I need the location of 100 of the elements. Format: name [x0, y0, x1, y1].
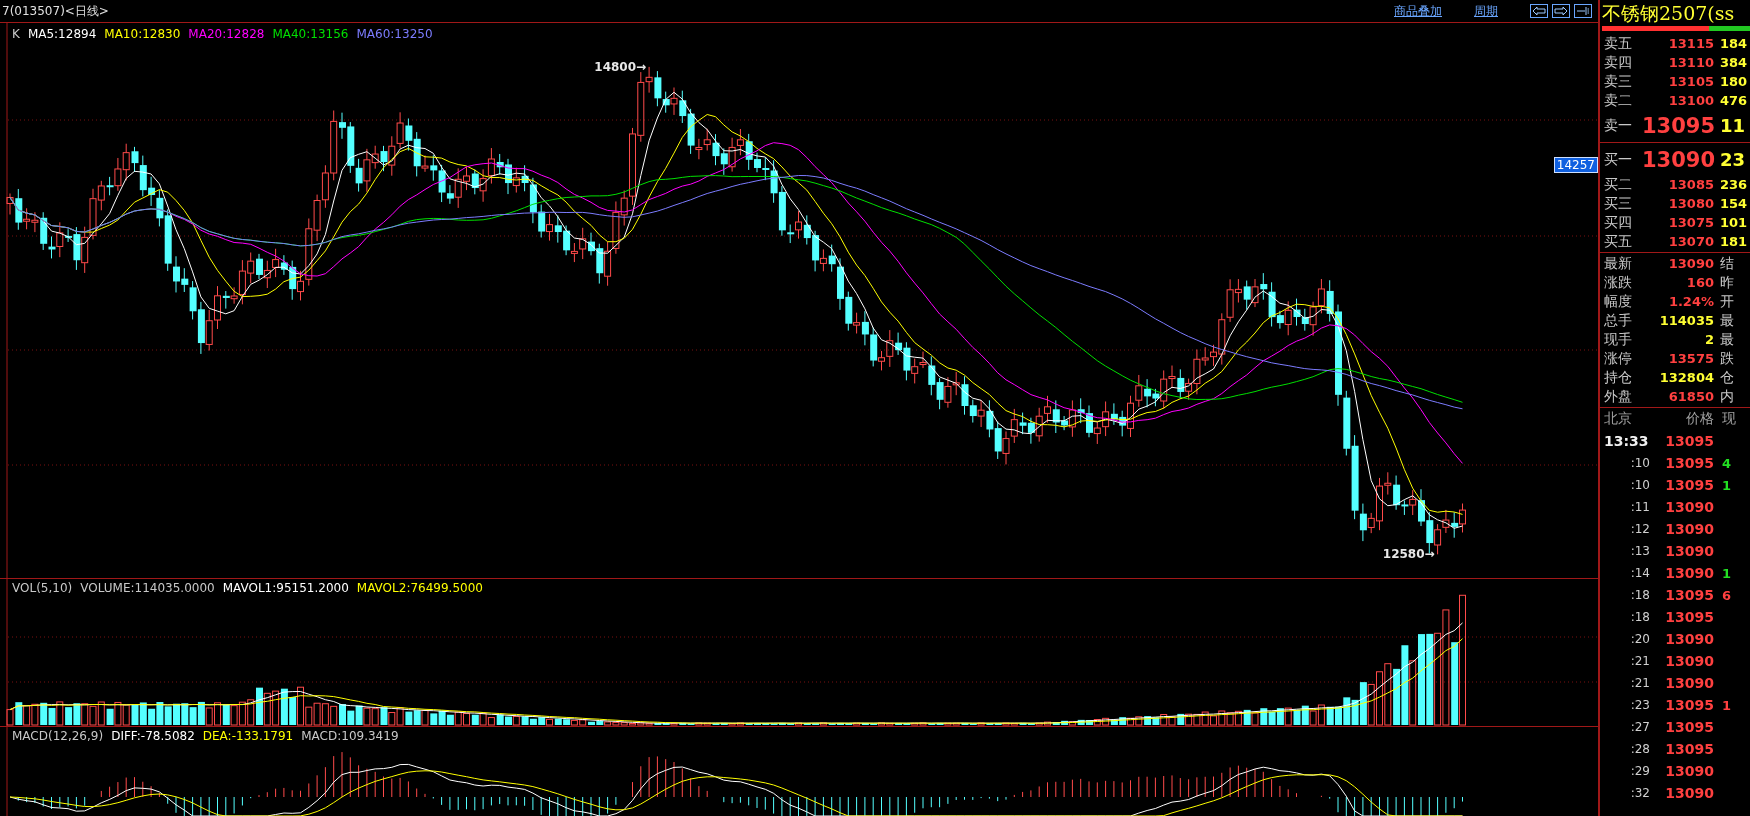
tick-time: :28	[1629, 742, 1650, 756]
indicator-label: VOLUME:114035.0000	[80, 581, 215, 595]
tick-price: 13090	[1664, 675, 1714, 691]
order-level-label: 卖二	[1604, 91, 1633, 110]
indicator-label: MAVOL2:76499.5000	[356, 581, 483, 595]
price-tag: 14257	[1553, 157, 1598, 173]
indicator-label: MA60:13250	[356, 27, 433, 41]
tick-price: 13090	[1664, 631, 1714, 647]
tick-time: :23	[1629, 698, 1650, 712]
order-level-label: 买二	[1604, 175, 1633, 194]
order-volume: 11	[1719, 115, 1747, 136]
indicator-label: MA40:13156	[272, 27, 349, 41]
tick-price: 13090	[1664, 565, 1714, 581]
order-price: 13095	[1642, 113, 1714, 138]
tick-time: :10	[1629, 478, 1650, 492]
tick-price: 13095	[1664, 741, 1714, 757]
toolbar-link[interactable]: 商品叠加	[1394, 2, 1442, 20]
order-level-label: 卖一	[1604, 116, 1633, 135]
tick-price: 13090	[1664, 543, 1714, 559]
tick-price: 13095	[1664, 609, 1714, 625]
stat-label: 内	[1719, 387, 1735, 406]
chart-title: 7(013507)<日线>	[1, 2, 109, 20]
order-volume: 181	[1719, 234, 1749, 249]
tick-time: :29	[1629, 764, 1650, 778]
stat-value: 61850	[1667, 389, 1714, 404]
stat-value: 13575	[1667, 351, 1714, 366]
column-header: 价格	[1685, 410, 1714, 428]
order-level-label: 卖五	[1604, 34, 1633, 53]
arrow-left-icon	[1532, 6, 1546, 16]
indicator-label: VOL(5,10)	[12, 581, 73, 595]
order-price: 13070	[1667, 234, 1714, 249]
column-header: 北京	[1604, 410, 1633, 428]
stat-label: 持仓	[1604, 368, 1633, 387]
tick-volume: 6	[1721, 587, 1733, 603]
tick-time: 13:33	[1604, 433, 1650, 449]
toolbar-link[interactable]: 周期	[1474, 2, 1498, 20]
tick-time: :27	[1629, 720, 1650, 734]
order-level-label: 买三	[1604, 194, 1633, 213]
layout-button[interactable]	[1574, 4, 1592, 18]
stat-label: 最	[1719, 330, 1735, 349]
order-price: 13115	[1667, 36, 1714, 51]
stat-label: 昨	[1719, 273, 1735, 292]
order-volume: 236	[1719, 177, 1749, 192]
stat-value: 160	[1685, 275, 1714, 290]
order-volume: 180	[1719, 74, 1749, 89]
order-price: 13110	[1667, 55, 1714, 70]
tick-time: :10	[1629, 456, 1650, 470]
stat-label: 最	[1719, 311, 1735, 330]
order-level-label: 买一	[1604, 150, 1633, 169]
scroll-right-button[interactable]	[1552, 4, 1570, 18]
indicator-label: MACD:109.3419	[301, 729, 399, 743]
tick-time: :21	[1629, 676, 1650, 690]
tick-time: :18	[1629, 610, 1650, 624]
tick-price: 13090	[1664, 653, 1714, 669]
stat-label: 总手	[1604, 311, 1633, 330]
order-level-label: 卖三	[1604, 72, 1633, 91]
order-volume: 154	[1719, 196, 1749, 211]
order-price: 13080	[1667, 196, 1714, 211]
high-price-label: 14800→	[594, 59, 647, 74]
tick-volume: 1	[1721, 477, 1733, 493]
order-volume: 384	[1719, 55, 1749, 70]
order-price: 13105	[1667, 74, 1714, 89]
order-volume: 184	[1719, 36, 1749, 51]
stat-value: 1.24%	[1667, 294, 1714, 309]
stat-label: 跌	[1719, 349, 1735, 368]
order-volume: 23	[1719, 149, 1747, 170]
stat-value: 114035	[1658, 313, 1714, 328]
order-volume: 101	[1719, 215, 1749, 230]
tick-time: :12	[1629, 522, 1650, 536]
scroll-left-button[interactable]	[1530, 4, 1548, 18]
order-price: 13085	[1667, 177, 1714, 192]
tick-time: :14	[1629, 566, 1650, 580]
stat-label: 幅度	[1604, 292, 1633, 311]
stat-label: 涨跌	[1604, 273, 1633, 292]
indicator-label: MACD(12,26,9)	[12, 729, 104, 743]
indicator-label: DIFF:-78.5082	[111, 729, 195, 743]
split-panel-icon	[1576, 6, 1590, 16]
tick-volume: 1	[1721, 697, 1733, 713]
indicator-label: K	[12, 27, 20, 41]
order-price: 13100	[1667, 93, 1714, 108]
tick-price: 13090	[1664, 785, 1714, 801]
order-price: 13090	[1642, 147, 1714, 172]
stat-label: 涨停	[1604, 349, 1633, 368]
indicator-label: DEA:-133.1791	[202, 729, 294, 743]
contract-title: 不锈钢2507(ss	[1601, 1, 1736, 26]
tick-time: :11	[1629, 500, 1650, 514]
indicator-label: MAVOL1:95151.2000	[222, 581, 349, 595]
order-price: 13075	[1667, 215, 1714, 230]
stat-value: 132804	[1658, 370, 1714, 385]
tick-time: :21	[1629, 654, 1650, 668]
column-header: 现	[1721, 410, 1737, 428]
tick-price: 13095	[1664, 477, 1714, 493]
tick-time: :18	[1629, 588, 1650, 602]
indicator-label: MA20:12828	[188, 27, 265, 41]
tick-price: 13095	[1664, 719, 1714, 735]
tick-price: 13095	[1664, 455, 1714, 471]
indicator-label: MA10:12830	[104, 27, 181, 41]
stat-label: 现手	[1604, 330, 1633, 349]
tick-time: :13	[1629, 544, 1650, 558]
stat-label: 开	[1719, 292, 1735, 311]
